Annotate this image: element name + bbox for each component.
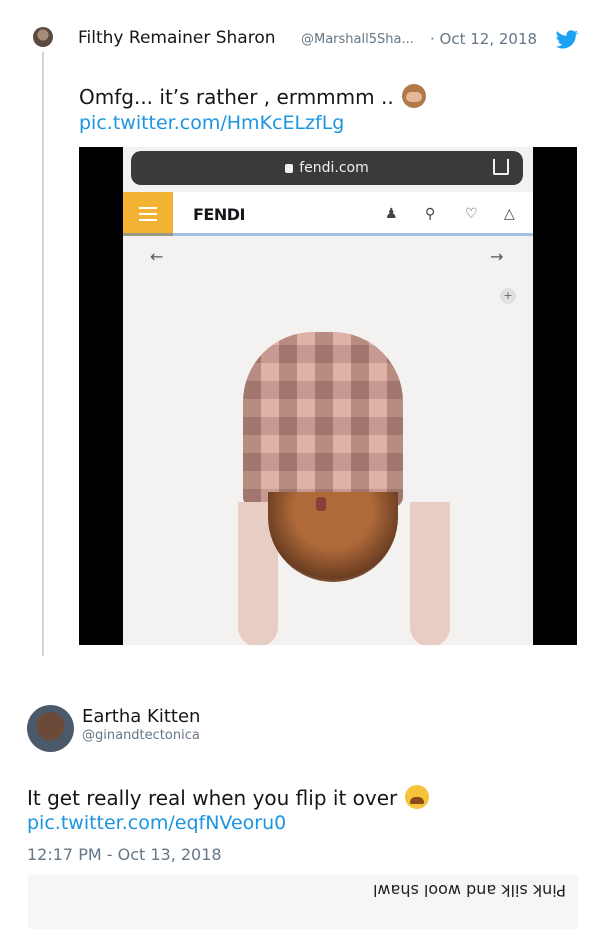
avatar[interactable] xyxy=(33,27,53,47)
avatar[interactable] xyxy=(27,705,74,752)
user-handle[interactable]: @Marshall5Sha... xyxy=(301,32,414,47)
phone-screenshot: fendi.com FENDI ♟ ⚲ ♡ △ ← → + xyxy=(123,147,533,645)
nav-underline xyxy=(123,233,533,236)
search-icon: ⚲ xyxy=(425,206,436,222)
lock-icon xyxy=(285,164,294,173)
tweet-text-body: Omfg... it’s rather , ermmmm .. xyxy=(79,85,394,109)
tweet-text: Omfg... it’s rather , ermmmm .. xyxy=(79,84,426,109)
fur-trim xyxy=(268,492,398,582)
tweet-media-link[interactable]: pic.twitter.com/HmKcELzfLg xyxy=(79,112,344,134)
tweet-text: It get really real when you flip it over xyxy=(27,785,430,810)
twitter-bird-icon[interactable] xyxy=(555,30,579,50)
display-name[interactable]: Filthy Remainer Sharon xyxy=(78,28,276,48)
site-nav-bar: FENDI ♟ ⚲ ♡ △ xyxy=(123,192,533,236)
back-arrow-icon: ← xyxy=(150,247,164,266)
scarf-nub xyxy=(316,497,326,511)
plus-icon: + xyxy=(500,288,516,304)
url-text: fendi.com xyxy=(131,160,523,176)
tweet-date[interactable]: · Oct 12, 2018 xyxy=(430,30,537,48)
bag-icon: △ xyxy=(504,206,515,222)
tweet-image-preview[interactable]: Pink silk and wool shawl xyxy=(28,875,578,929)
scarf-tail-right xyxy=(410,502,450,645)
forward-arrow-icon: → xyxy=(490,247,504,266)
pixelated-product xyxy=(243,332,403,507)
tweet-text-body: It get really real when you flip it over xyxy=(27,786,398,810)
brand-logo: FENDI xyxy=(193,205,245,224)
tweet-media-link[interactable]: pic.twitter.com/eqfNVeoru0 xyxy=(27,812,286,834)
heart-icon: ♡ xyxy=(465,206,478,222)
browser-url-bar: fendi.com xyxy=(131,151,523,185)
thread-line xyxy=(42,52,44,656)
share-icon xyxy=(493,159,509,175)
display-name[interactable]: Eartha Kitten xyxy=(82,706,200,727)
upside-down-caption: Pink silk and wool shawl xyxy=(372,881,566,900)
hamburger-menu-icon xyxy=(123,192,173,236)
crying-face-icon xyxy=(405,785,430,809)
url-label: fendi.com xyxy=(299,160,369,176)
user-handle[interactable]: @ginandtectonica xyxy=(82,728,200,743)
tweet-timestamp[interactable]: 12:17 PM - Oct 13, 2018 xyxy=(27,845,222,864)
tweet-image[interactable]: fendi.com FENDI ♟ ⚲ ♡ △ ← → + xyxy=(79,147,577,645)
see-no-evil-monkey-icon xyxy=(401,84,426,108)
user-icon: ♟ xyxy=(385,206,398,222)
